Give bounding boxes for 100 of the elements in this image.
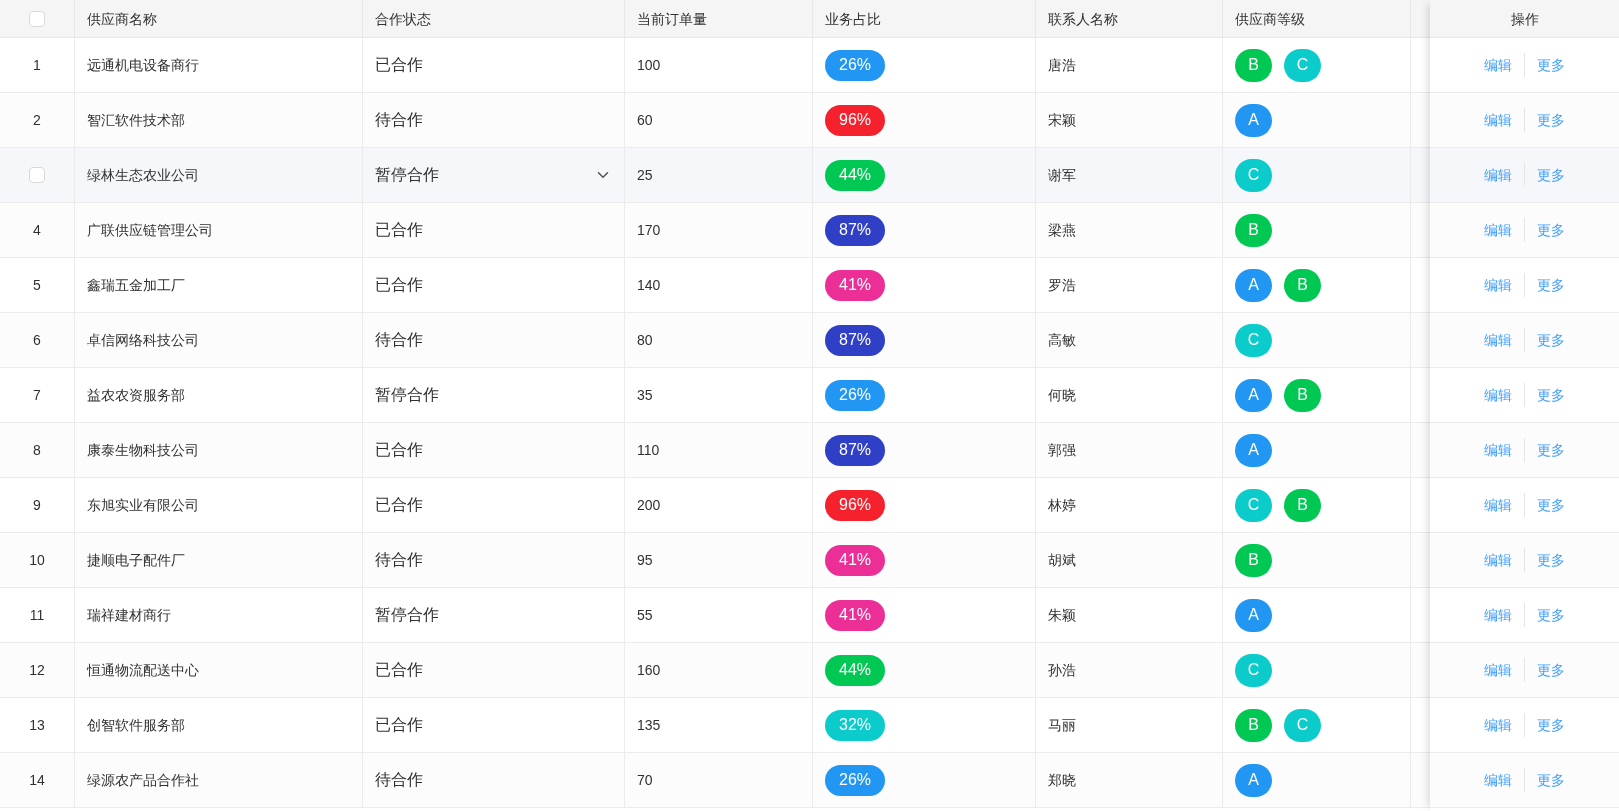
grade-badge: A <box>1235 598 1272 632</box>
table-row[interactable]: 6 卓信网络科技公司 待合作 80 87% 高敏 C <box>0 313 1430 368</box>
share-badge: 26% <box>825 379 885 411</box>
table-row[interactable]: 8 康泰生物科技公司 已合作 110 87% 郭强 A <box>0 423 1430 478</box>
row-number: 1 <box>33 56 41 75</box>
more-link[interactable]: 更多 <box>1537 220 1565 240</box>
more-link[interactable]: 更多 <box>1537 715 1565 735</box>
grade-badge: B <box>1235 213 1272 247</box>
supplier-name: 卓信网络科技公司 <box>87 331 199 350</box>
more-link[interactable]: 更多 <box>1537 330 1565 350</box>
supplier-name: 绿林生态农业公司 <box>87 166 199 185</box>
status-text: 已合作 <box>375 55 423 75</box>
grade-badge: B <box>1235 48 1272 82</box>
edit-link[interactable]: 编辑 <box>1484 165 1512 185</box>
table-row[interactable]: 9 东旭实业有限公司 已合作 200 96% 林婷 C B <box>0 478 1430 533</box>
edit-link[interactable]: 编辑 <box>1484 55 1512 75</box>
edit-link[interactable]: 编辑 <box>1484 220 1512 240</box>
edit-link[interactable]: 编辑 <box>1484 660 1512 680</box>
supplier-name: 远通机电设备商行 <box>87 56 199 75</box>
edit-link[interactable]: 编辑 <box>1484 550 1512 570</box>
supplier-name: 广联供应链管理公司 <box>87 221 213 240</box>
status-text: 暂停合作 <box>375 165 439 185</box>
more-link[interactable]: 更多 <box>1537 605 1565 625</box>
contact-name: 马丽 <box>1048 716 1076 735</box>
more-link[interactable]: 更多 <box>1537 55 1565 75</box>
table-row[interactable]: 绿林生态农业公司 暂停合作 25 44% 谢军 C <box>0 148 1430 203</box>
status-text: 已合作 <box>375 660 423 680</box>
status-text: 已合作 <box>375 220 423 240</box>
column-header: 业务占比 <box>825 9 881 29</box>
more-link[interactable]: 更多 <box>1537 770 1565 790</box>
more-link[interactable]: 更多 <box>1537 165 1565 185</box>
order-count: 140 <box>637 276 661 295</box>
table-row[interactable]: 5 鑫瑞五金加工厂 已合作 140 41% 罗浩 A B <box>0 258 1430 313</box>
status-text: 待合作 <box>375 550 423 570</box>
status-text: 已合作 <box>375 495 423 515</box>
supplier-name: 创智软件服务部 <box>87 716 185 735</box>
column-header: 供应商名称 <box>87 9 157 29</box>
supplier-name: 益农农资服务部 <box>87 386 185 405</box>
status-text: 已合作 <box>375 440 423 460</box>
grade-badge: C <box>1235 653 1272 687</box>
table-row[interactable]: 12 恒通物流配送中心 已合作 160 44% 孙浩 C <box>0 643 1430 698</box>
table-row[interactable]: 2 智汇软件技术部 待合作 60 96% 宋颖 A <box>0 93 1430 148</box>
edit-link[interactable]: 编辑 <box>1484 715 1512 735</box>
more-link[interactable]: 更多 <box>1537 550 1565 570</box>
status-text: 已合作 <box>375 715 423 735</box>
order-count: 70 <box>637 771 653 790</box>
row-number: 9 <box>33 496 41 515</box>
status-text: 待合作 <box>375 770 423 790</box>
grade-badge: A <box>1235 433 1272 467</box>
more-link[interactable]: 更多 <box>1537 660 1565 680</box>
table-row[interactable]: 14 绿源农产品合作社 待合作 70 26% 郑晓 A <box>0 753 1430 808</box>
contact-name: 罗浩 <box>1048 276 1076 295</box>
share-badge: 96% <box>825 104 885 136</box>
table-row[interactable]: 7 益农农资服务部 暂停合作 35 26% 何晓 A B <box>0 368 1430 423</box>
row-number: 8 <box>33 441 41 460</box>
share-badge: 87% <box>825 324 885 356</box>
more-link[interactable]: 更多 <box>1537 110 1565 130</box>
table-row[interactable]: 1 远通机电设备商行 已合作 100 26% 唐浩 B C <box>0 38 1430 93</box>
select-all-checkbox[interactable] <box>29 10 45 27</box>
supplier-name: 智汇软件技术部 <box>87 111 185 130</box>
table-row[interactable]: 10 捷顺电子配件厂 待合作 95 41% 胡斌 B <box>0 533 1430 588</box>
contact-name: 孙浩 <box>1048 661 1076 680</box>
status-text: 已合作 <box>375 275 423 295</box>
row-number: 2 <box>33 111 41 130</box>
order-count: 60 <box>637 111 653 130</box>
more-link[interactable]: 更多 <box>1537 440 1565 460</box>
status-text: 暂停合作 <box>375 605 439 625</box>
row-number: 6 <box>33 331 41 350</box>
share-badge: 96% <box>825 489 885 521</box>
grade-badge: B <box>1235 708 1272 742</box>
grade-badge: C <box>1284 708 1321 742</box>
more-link[interactable]: 更多 <box>1537 385 1565 405</box>
edit-link[interactable]: 编辑 <box>1484 275 1512 295</box>
order-count: 160 <box>637 661 661 680</box>
edit-link[interactable]: 编辑 <box>1484 495 1512 515</box>
contact-name: 唐浩 <box>1048 56 1076 75</box>
edit-link[interactable]: 编辑 <box>1484 330 1512 350</box>
edit-link[interactable]: 编辑 <box>1484 605 1512 625</box>
table-row[interactable]: 13 创智软件服务部 已合作 135 32% 马丽 B C <box>0 698 1430 753</box>
share-badge: 44% <box>825 159 885 191</box>
edit-link[interactable]: 编辑 <box>1484 440 1512 460</box>
edit-link[interactable]: 编辑 <box>1484 110 1512 130</box>
row-checkbox[interactable] <box>29 167 45 183</box>
edit-link[interactable]: 编辑 <box>1484 770 1512 790</box>
more-link[interactable]: 更多 <box>1537 495 1565 515</box>
order-count: 35 <box>637 386 653 405</box>
table-row[interactable]: 4 广联供应链管理公司 已合作 170 87% 梁燕 B <box>0 203 1430 258</box>
supplier-name: 瑞祥建材商行 <box>87 606 171 625</box>
order-count: 55 <box>637 606 653 625</box>
supplier-name: 恒通物流配送中心 <box>87 661 199 680</box>
column-header: 操作 <box>1510 9 1539 29</box>
row-number: 13 <box>29 716 45 735</box>
grade-badge: C <box>1235 158 1272 192</box>
grade-badge: A <box>1235 103 1272 137</box>
contact-name: 高敏 <box>1048 331 1076 350</box>
table-row[interactable]: 11 瑞祥建材商行 暂停合作 55 41% 朱颖 A <box>0 588 1430 643</box>
more-link[interactable]: 更多 <box>1537 275 1565 295</box>
edit-link[interactable]: 编辑 <box>1484 385 1512 405</box>
grade-badge: A <box>1235 763 1272 797</box>
order-count: 100 <box>637 56 661 75</box>
